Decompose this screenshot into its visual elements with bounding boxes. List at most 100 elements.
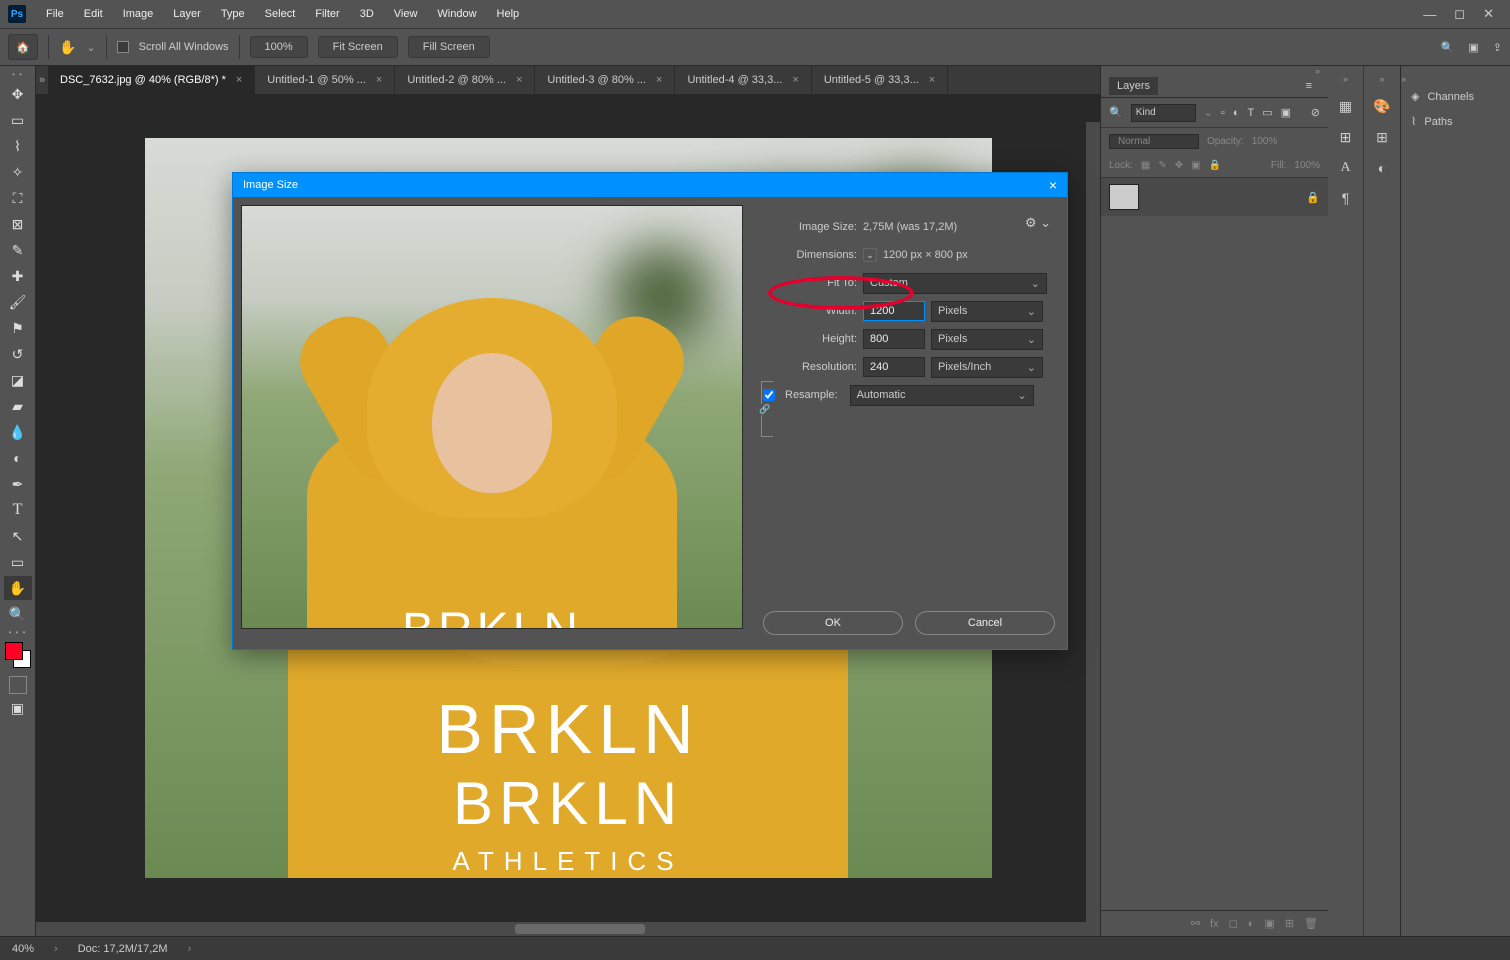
shape-tool[interactable]: ▭ xyxy=(4,550,32,574)
type-tool[interactable]: T xyxy=(4,498,32,522)
lock-artboard-icon[interactable]: ▣ xyxy=(1191,160,1200,171)
layer-mask-icon[interactable]: ◻ xyxy=(1229,917,1238,930)
gradient-tool[interactable]: ▰ xyxy=(4,394,32,418)
fill-value[interactable]: 100% xyxy=(1294,160,1320,171)
document-tab[interactable]: Untitled-5 @ 33,3...× xyxy=(812,66,948,94)
dodge-tool[interactable]: ◐ xyxy=(4,446,32,470)
ok-button[interactable]: OK xyxy=(763,611,903,635)
hand-tool[interactable]: ✋ xyxy=(4,576,32,600)
resolution-unit-select[interactable]: Pixels/Inch xyxy=(931,357,1043,378)
panel-icon[interactable]: ⊞ xyxy=(1340,129,1352,146)
window-close-icon[interactable]: ✕ xyxy=(1483,6,1494,22)
link-layers-icon[interactable]: ⚯ xyxy=(1191,917,1200,930)
marquee-tool[interactable]: ▭ xyxy=(4,108,32,132)
layer-fx-icon[interactable]: fx xyxy=(1210,918,1219,930)
screenmode-button[interactable]: ▣ xyxy=(4,696,32,720)
layer-row[interactable]: 🔒 xyxy=(1101,178,1328,216)
document-tab[interactable]: Untitled-4 @ 33,3...× xyxy=(675,66,811,94)
status-chevron-icon[interactable]: › xyxy=(54,943,58,955)
document-tab[interactable]: DSC_7632.jpg @ 40% (RGB/8*) *× xyxy=(48,66,255,94)
horizontal-scrollbar[interactable] xyxy=(36,922,1100,936)
fitto-select[interactable]: Custom xyxy=(863,273,1047,294)
delete-layer-icon[interactable]: 🗑 xyxy=(1304,917,1318,930)
panel-menu-icon[interactable]: ≡ xyxy=(1298,77,1320,95)
tab-close-icon[interactable]: × xyxy=(236,74,242,86)
menu-view[interactable]: View xyxy=(386,4,426,24)
resolution-input[interactable] xyxy=(863,357,925,377)
home-button[interactable]: 🏠 xyxy=(8,34,38,60)
status-zoom[interactable]: 40% xyxy=(12,943,34,955)
swatches-panel-icon[interactable]: ⊞ xyxy=(1376,129,1388,146)
search-icon[interactable]: 🔍 xyxy=(1441,41,1455,54)
menu-window[interactable]: Window xyxy=(429,4,484,24)
cancel-button[interactable]: Cancel xyxy=(915,611,1055,635)
resample-select[interactable]: Automatic xyxy=(850,385,1034,406)
color-swatches[interactable] xyxy=(5,642,31,668)
gear-icon[interactable]: ⚙ ⌄ xyxy=(1025,215,1051,231)
tab-close-icon[interactable]: × xyxy=(656,74,662,86)
channels-panel-button[interactable]: ◈Channels xyxy=(1401,84,1510,109)
group-icon[interactable]: ▣ xyxy=(1264,917,1274,930)
adjustments-panel-icon[interactable]: ◐ xyxy=(1378,160,1386,176)
menu-edit[interactable]: Edit xyxy=(76,4,111,24)
panel-icon[interactable]: ▦ xyxy=(1339,98,1352,115)
panel-grip[interactable]: » xyxy=(1101,66,1328,74)
stamp-tool[interactable]: ⚑ xyxy=(4,316,32,340)
tab-close-icon[interactable]: × xyxy=(792,74,798,86)
healing-tool[interactable]: ✚ xyxy=(4,264,32,288)
tab-close-icon[interactable]: × xyxy=(516,74,522,86)
panel-grip[interactable]: » xyxy=(1401,74,1413,84)
caret-icon[interactable]: ⌄ xyxy=(86,41,95,54)
foreground-color[interactable] xyxy=(5,642,23,660)
layer-filter-select[interactable] xyxy=(1131,104,1196,122)
color-panel-icon[interactable]: 🎨 xyxy=(1373,98,1390,115)
lasso-tool[interactable]: ⌇ xyxy=(4,134,32,158)
menu-select[interactable]: Select xyxy=(257,4,304,24)
document-tab[interactable]: Untitled-3 @ 80% ...× xyxy=(535,66,675,94)
tabs-chevron[interactable]: » xyxy=(36,74,48,86)
menu-layer[interactable]: Layer xyxy=(165,4,209,24)
filter-smart-icon[interactable]: ▣ xyxy=(1281,106,1291,119)
tab-close-icon[interactable]: × xyxy=(376,74,382,86)
strip-grip[interactable]: » xyxy=(1343,74,1348,84)
filter-shape-icon[interactable]: ▭ xyxy=(1262,106,1272,119)
toolbar-grip[interactable]: • • xyxy=(12,70,23,80)
filter-adjustment-icon[interactable]: ◐ xyxy=(1233,107,1240,119)
lock-pixel-icon[interactable]: ✎ xyxy=(1158,160,1166,171)
tab-close-icon[interactable]: × xyxy=(929,74,935,86)
workspace-icon[interactable]: ▣ xyxy=(1468,41,1478,54)
height-unit-select[interactable]: Pixels xyxy=(931,329,1043,350)
dimensions-flyout-icon[interactable]: ⌄ xyxy=(863,248,877,262)
blur-tool[interactable]: 💧 xyxy=(4,420,32,444)
paths-panel-button[interactable]: ⌇Paths xyxy=(1401,109,1510,134)
vertical-scrollbar[interactable] xyxy=(1086,122,1100,922)
filter-type-icon[interactable]: T xyxy=(1247,107,1254,119)
scroll-all-checkbox[interactable] xyxy=(117,41,129,53)
eyedropper-tool[interactable]: ✎ xyxy=(4,238,32,262)
zoom-100-button[interactable]: 100% xyxy=(250,36,308,58)
new-layer-icon[interactable]: ⊞ xyxy=(1285,917,1294,930)
fill-screen-button[interactable]: Fill Screen xyxy=(408,36,490,58)
frame-tool[interactable]: ⊠ xyxy=(4,212,32,236)
pen-tool[interactable]: ✒ xyxy=(4,472,32,496)
adjustment-layer-icon[interactable]: ◐ xyxy=(1248,918,1255,930)
menu-file[interactable]: File xyxy=(38,4,72,24)
menu-filter[interactable]: Filter xyxy=(307,4,347,24)
dialog-close-icon[interactable]: × xyxy=(1049,177,1057,193)
fit-screen-button[interactable]: Fit Screen xyxy=(318,36,398,58)
scrollbar-thumb[interactable] xyxy=(515,924,645,934)
menu-help[interactable]: Help xyxy=(489,4,528,24)
move-tool[interactable]: ✥ xyxy=(4,82,32,106)
height-input[interactable] xyxy=(863,329,925,349)
type-panel-icon[interactable]: A xyxy=(1340,160,1350,176)
toolbar-more[interactable]: • • • xyxy=(9,628,27,638)
layers-tab[interactable]: Layers xyxy=(1109,77,1158,95)
width-unit-select[interactable]: Pixels xyxy=(931,301,1043,322)
history-brush-tool[interactable]: ↺ xyxy=(4,342,32,366)
lock-position-icon[interactable]: ✥ xyxy=(1175,160,1183,171)
path-tool[interactable]: ↖ xyxy=(4,524,32,548)
opacity-value[interactable]: 100% xyxy=(1252,136,1278,147)
document-tab[interactable]: Untitled-2 @ 80% ...× xyxy=(395,66,535,94)
width-input[interactable] xyxy=(863,301,925,321)
window-maximize-icon[interactable]: ◻ xyxy=(1454,6,1465,22)
